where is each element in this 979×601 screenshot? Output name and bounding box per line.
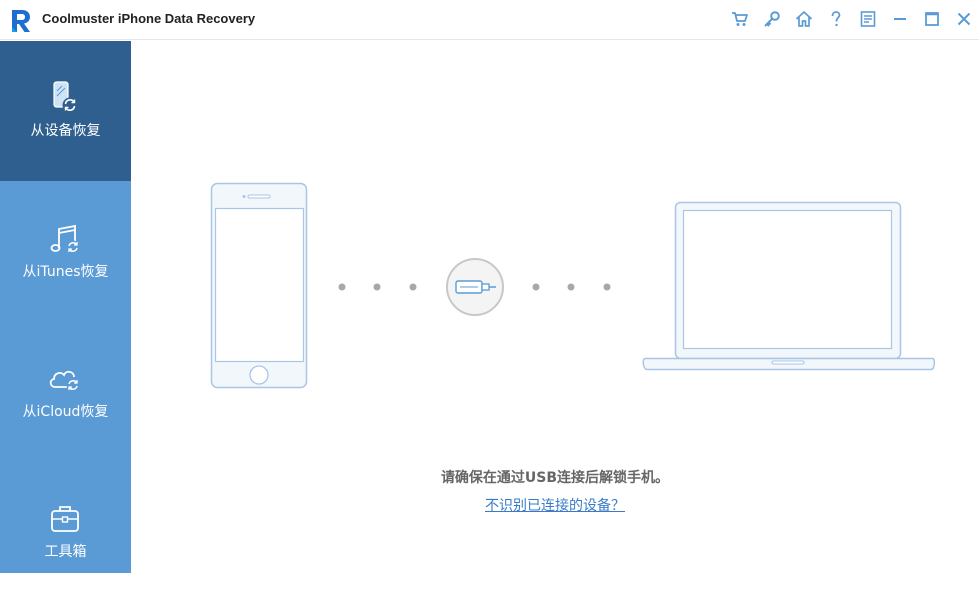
sidebar-item-toolbox[interactable]: 工具箱 (0, 461, 131, 601)
sidebar-item-label: 从iCloud恢复 (22, 404, 109, 420)
usb-cable-icon (446, 258, 504, 316)
sidebar-item-label: 从设备恢复 (30, 123, 101, 139)
icloud-restore-icon (47, 361, 83, 397)
coolmuster-logo-icon (12, 10, 30, 32)
sidebar-item-label: 从iTunes恢复 (22, 264, 109, 280)
app-title: Coolmuster iPhone Data Recovery (42, 11, 256, 26)
toolbox-icon (47, 501, 83, 537)
phone-restore-icon (47, 79, 83, 115)
cart-icon[interactable] (730, 9, 750, 29)
close-icon[interactable] (954, 9, 974, 29)
sidebar-item-icloud-recovery[interactable]: 从iCloud恢复 (0, 321, 131, 461)
key-icon[interactable] (762, 9, 782, 29)
device-not-recognized-link[interactable]: 不识别已连接的设备？ (131, 495, 979, 515)
itunes-restore-icon (47, 221, 83, 257)
laptop-illustration-icon (642, 201, 936, 371)
connection-illustration (210, 182, 936, 389)
maximize-icon[interactable] (922, 9, 942, 29)
minimize-icon[interactable] (890, 9, 910, 29)
main-panel: 请确保在通过USB连接后解锁手机。 不识别已连接的设备？ (131, 41, 979, 573)
home-icon[interactable] (794, 9, 814, 29)
iphone-illustration-icon (210, 182, 308, 389)
sidebar-item-itunes-recovery[interactable]: 从iTunes恢复 (0, 181, 131, 321)
title-bar: Coolmuster iPhone Data Recovery (0, 0, 979, 40)
feedback-icon[interactable] (858, 9, 878, 29)
sidebar: 从设备恢复 从iTunes恢复 从iCloud恢复 工具箱 (0, 41, 131, 573)
sidebar-item-device-recovery[interactable]: 从设备恢复 (0, 41, 131, 181)
help-icon[interactable] (826, 9, 846, 29)
sidebar-item-label: 工具箱 (44, 544, 87, 560)
instruction-text: 请确保在通过USB连接后解锁手机。 (440, 470, 670, 486)
